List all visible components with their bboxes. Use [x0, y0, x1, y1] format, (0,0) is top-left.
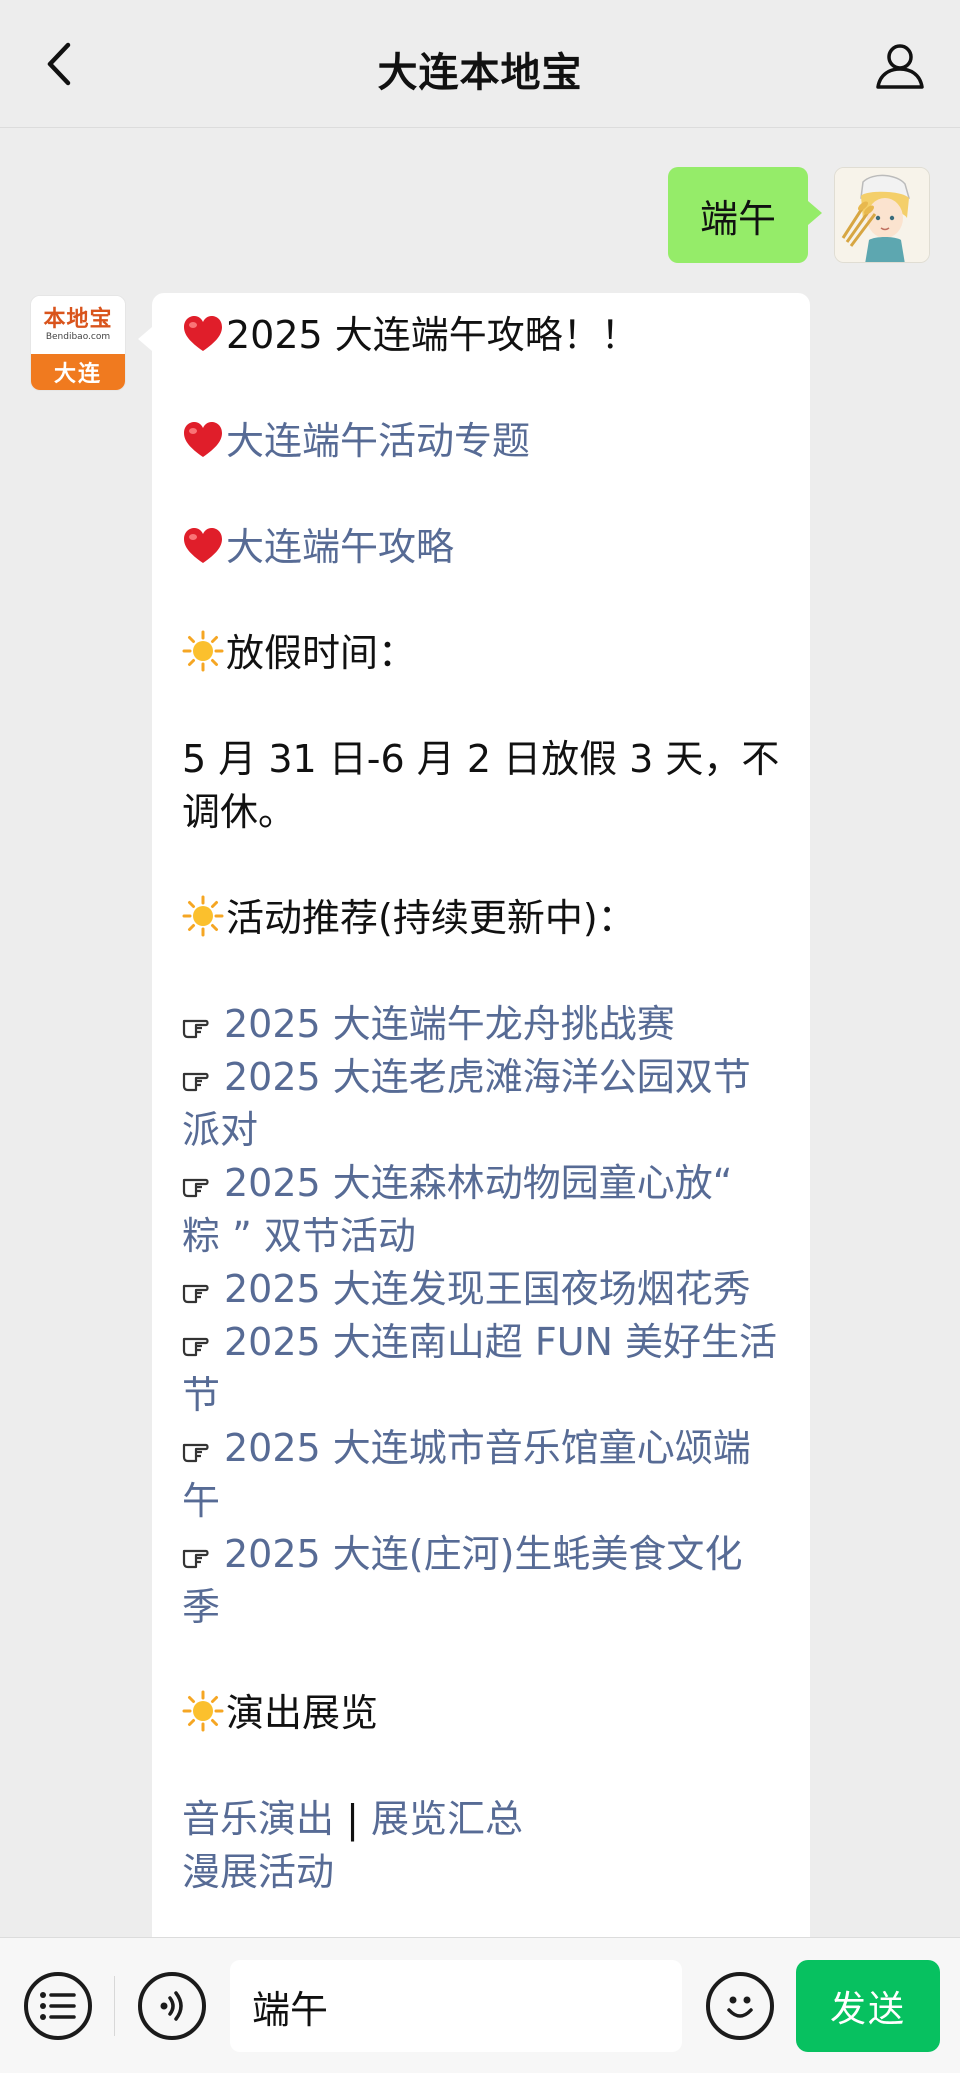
activity-link-7: 2025 大连(庄河)生蚝美食文化: [182, 1528, 780, 1581]
activity-link-2: 2025 大连老虎滩海洋公园双节: [182, 1051, 780, 1104]
activity-link-5-cont[interactable]: 节: [182, 1369, 780, 1422]
logo-url-text: Bendibao.com: [45, 332, 111, 342]
logo-brand-text: 本地宝: [43, 306, 113, 332]
holiday-dates-line-2: 调休。: [182, 790, 297, 834]
user-profile-icon: [876, 44, 924, 89]
logo-top: 本地宝 Bendibao.com: [31, 296, 125, 354]
anime-character-avatar-image: [835, 168, 929, 262]
link-separator: |: [346, 1797, 359, 1841]
shows-links-line: 音乐演出 | 展览汇总: [182, 1793, 780, 1846]
activities-heading: 活动推荐(持续更新中)：: [182, 892, 780, 945]
sun-icon: [182, 1690, 224, 1732]
activity-link-4: 2025 大连发现王国夜场烟花秀: [182, 1263, 780, 1316]
outgoing-message-row: 端午: [667, 167, 930, 265]
voice-button[interactable]: [138, 1972, 206, 2040]
shows-heading: 演出展览: [182, 1687, 780, 1740]
page-title: 大连本地宝: [377, 50, 583, 96]
sun-icon: [182, 630, 224, 672]
pointing-hand-icon: [182, 1178, 209, 1198]
red-heart-icon: [184, 316, 222, 351]
activity-link-7-cont[interactable]: 季: [182, 1581, 780, 1634]
sun-icon: [182, 895, 224, 937]
activity-link-6-cont[interactable]: 午: [182, 1475, 780, 1528]
comic-expo-link[interactable]: 漫展活动: [182, 1846, 780, 1899]
message-input-value: 端午: [252, 1987, 329, 2032]
activity-link-text[interactable]: 2025 大连发现王国夜场烟花秀: [224, 1267, 751, 1311]
pointing-hand-icon: [182, 1549, 209, 1569]
activity-link-2-cont[interactable]: 派对: [182, 1104, 780, 1157]
activity-link-text[interactable]: 2025 大连森林动物园童心放“: [224, 1161, 732, 1205]
list-menu-icon: [40, 1992, 76, 2020]
profile-button[interactable]: [870, 36, 930, 96]
incoming-message-text: 2025 大连端午攻略！！ 大连端午活动专题 大连端午攻略 放假时间： 5 月 …: [182, 309, 780, 1899]
pointing-hand-icon: [182, 1443, 209, 1463]
music-performance-link[interactable]: 音乐演出: [182, 1797, 334, 1841]
send-button[interactable]: 发送: [796, 1960, 940, 2052]
activity-link-text[interactable]: 2025 大连城市音乐馆童心颂端: [224, 1426, 751, 1470]
top-bar: 大连本地宝: [0, 0, 960, 128]
chat-area[interactable]: 端午 本地宝 Bendibao.com 大连 2025 大连端午攻略！！ 大连端…: [0, 129, 960, 1953]
pointing-hand-icon: [182, 1072, 209, 1092]
incoming-message-bubble[interactable]: 2025 大连端午攻略！！ 大连端午活动专题 大连端午攻略 放假时间： 5 月 …: [138, 293, 810, 1953]
user-avatar[interactable]: [834, 167, 930, 263]
holiday-heading: 放假时间：: [182, 627, 780, 680]
red-heart-icon: [184, 528, 222, 563]
duanwu-topic-link[interactable]: 大连端午活动专题: [226, 419, 530, 463]
emoji-button[interactable]: [706, 1972, 774, 2040]
red-heart-icon: [184, 422, 222, 457]
pointing-hand-icon: [182, 1019, 209, 1039]
voice-icon: [160, 1991, 183, 2021]
emoji-icon: [727, 1996, 753, 2018]
outgoing-message-text: 端午: [699, 196, 776, 241]
guide-link-line: 大连端午攻略: [182, 521, 780, 574]
activity-link-5: 2025 大连南山超 FUN 美好生活: [182, 1316, 780, 1369]
activity-link-text[interactable]: 2025 大连(庄河)生蚝美食文化: [224, 1532, 742, 1576]
activity-link-1: 2025 大连端午龙舟挑战赛: [182, 998, 780, 1051]
message-line-title: 2025 大连端午攻略！！: [182, 309, 780, 362]
divider: [114, 1976, 115, 2036]
activity-link-text[interactable]: 2025 大连南山超 FUN 美好生活: [224, 1320, 777, 1364]
pointing-hand-icon: [182, 1284, 209, 1304]
exhibition-summary-link[interactable]: 展览汇总: [371, 1797, 523, 1841]
activity-link-3-cont[interactable]: 粽 ” 双节活动: [182, 1210, 780, 1263]
activity-link-text[interactable]: 2025 大连老虎滩海洋公园双节: [224, 1055, 751, 1099]
input-bar: 端午 发送: [0, 1937, 960, 2073]
topic-link-line: 大连端午活动专题: [182, 415, 780, 468]
duanwu-guide-link[interactable]: 大连端午攻略: [226, 525, 454, 569]
outgoing-message-bubble[interactable]: 端午: [667, 167, 823, 263]
official-account-avatar[interactable]: 本地宝 Bendibao.com 大连: [30, 295, 126, 391]
message-input[interactable]: 端午: [230, 1960, 682, 2052]
logo-city-text: 大连: [31, 354, 125, 390]
holiday-dates-line-1: 5 月 31 日-6 月 2 日放假 3 天，不: [182, 737, 780, 781]
pointing-hand-icon: [182, 1337, 209, 1357]
activity-link-3: 2025 大连森林动物园童心放“: [182, 1157, 780, 1210]
activity-link-text[interactable]: 2025 大连端午龙舟挑战赛: [224, 1002, 675, 1046]
activity-link-6: 2025 大连城市音乐馆童心颂端: [182, 1422, 780, 1475]
menu-button[interactable]: [24, 1972, 92, 2040]
